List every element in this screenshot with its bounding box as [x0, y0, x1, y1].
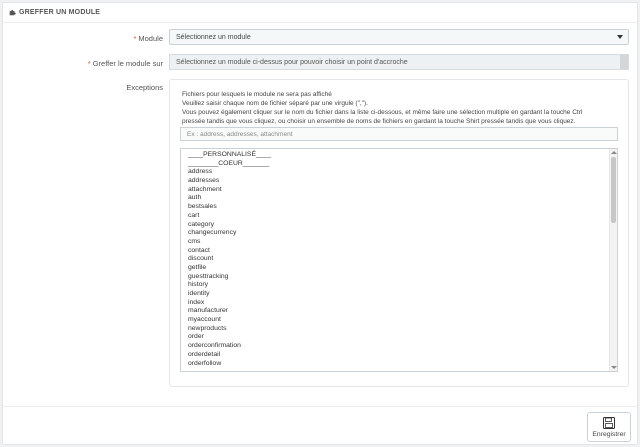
chevron-down-icon	[617, 35, 623, 39]
file-list-option[interactable]: orderconfirmation	[188, 342, 608, 351]
file-list-option[interactable]: contact	[188, 247, 608, 256]
puzzle-icon	[9, 9, 16, 16]
file-list-option[interactable]: manufacturer	[188, 307, 608, 316]
file-list-option[interactable]: ____PERSONNALISÉ____	[188, 151, 608, 160]
file-list-option[interactable]: cart	[188, 212, 608, 221]
help-line: Veuillez saisir chaque nom de fichier sé…	[182, 100, 368, 107]
hook-select-disabled: Sélectionnez un module ci-dessus pour po…	[169, 54, 629, 70]
help-line: Vous pouvez également cliquer sur le nom…	[182, 109, 583, 116]
file-list-option[interactable]: guesttracking	[188, 273, 608, 282]
exceptions-input[interactable]: Ex : address, addresses, attachment	[180, 127, 618, 141]
file-list-option[interactable]: cms	[188, 238, 608, 247]
help-line: Fichiers pour lesquels le module ne sera…	[182, 91, 332, 98]
file-list-option[interactable]: bestsales	[188, 203, 608, 212]
help-line: pressée tandis que vous cliquez, ou choi…	[182, 118, 576, 125]
module-label: * Module	[133, 34, 163, 43]
scroll-thumb[interactable]	[611, 157, 616, 223]
file-list-option[interactable]: address	[188, 168, 608, 177]
hook-select-value: Sélectionnez un module ci-dessus pour po…	[176, 58, 408, 66]
exceptions-help: Fichiers pour lesquels le module ne sera…	[182, 90, 622, 126]
exceptions-file-list[interactable]: ____PERSONNALISÉ____ ________COEUR_______…	[180, 148, 618, 372]
panel-header: GREFFER UN MODULE	[3, 3, 637, 23]
exceptions-box: Fichiers pour lesquels le module ne sera…	[169, 79, 629, 387]
footer-divider	[3, 406, 637, 407]
panel-title: GREFFER UN MODULE	[19, 9, 101, 16]
attach-module-panel: GREFFER UN MODULE * Module Sélectionnez u…	[2, 2, 638, 445]
save-button[interactable]: Enregistrer	[587, 412, 631, 442]
module-select-value: Sélectionnez un module	[176, 33, 251, 41]
file-list-option[interactable]: attachment	[188, 186, 608, 195]
file-list-option[interactable]: changecurrency	[188, 229, 608, 238]
file-list-option[interactable]: orderfollow	[188, 360, 608, 369]
exceptions-input-placeholder: Ex : address, addresses, attachment	[187, 130, 293, 138]
file-list-option[interactable]: history	[188, 281, 608, 290]
floppy-disk-icon	[603, 416, 615, 429]
required-star: *	[87, 59, 91, 68]
file-list-option[interactable]: newproducts	[188, 325, 608, 334]
scroll-down-arrow-icon[interactable]	[611, 366, 617, 369]
file-list-option[interactable]: identity	[188, 290, 608, 299]
file-list-option[interactable]: auth	[188, 194, 608, 203]
exceptions-label: Exceptions	[126, 83, 163, 92]
file-list-option[interactable]: discount	[188, 255, 608, 264]
required-star: *	[133, 34, 137, 43]
hook-label: * Greffer le module sur	[87, 59, 163, 68]
list-scrollbar[interactable]	[609, 149, 617, 371]
file-list-option[interactable]: ________COEUR_______	[188, 160, 608, 169]
scroll-up-arrow-icon[interactable]	[611, 151, 617, 154]
file-list-option[interactable]: index	[188, 299, 608, 308]
file-list-option[interactable]: getfile	[188, 264, 608, 273]
file-list-option[interactable]: myaccount	[188, 316, 608, 325]
module-select[interactable]: Sélectionnez un module	[169, 29, 629, 45]
file-list-option[interactable]: orderdetail	[188, 351, 608, 360]
file-list-option[interactable]: category	[188, 221, 608, 230]
file-list-option[interactable]: addresses	[188, 177, 608, 186]
file-list-items: ____PERSONNALISÉ____ ________COEUR_______…	[188, 151, 608, 368]
file-list-option[interactable]: order	[188, 333, 608, 342]
save-button-label: Enregistrer	[592, 430, 626, 438]
